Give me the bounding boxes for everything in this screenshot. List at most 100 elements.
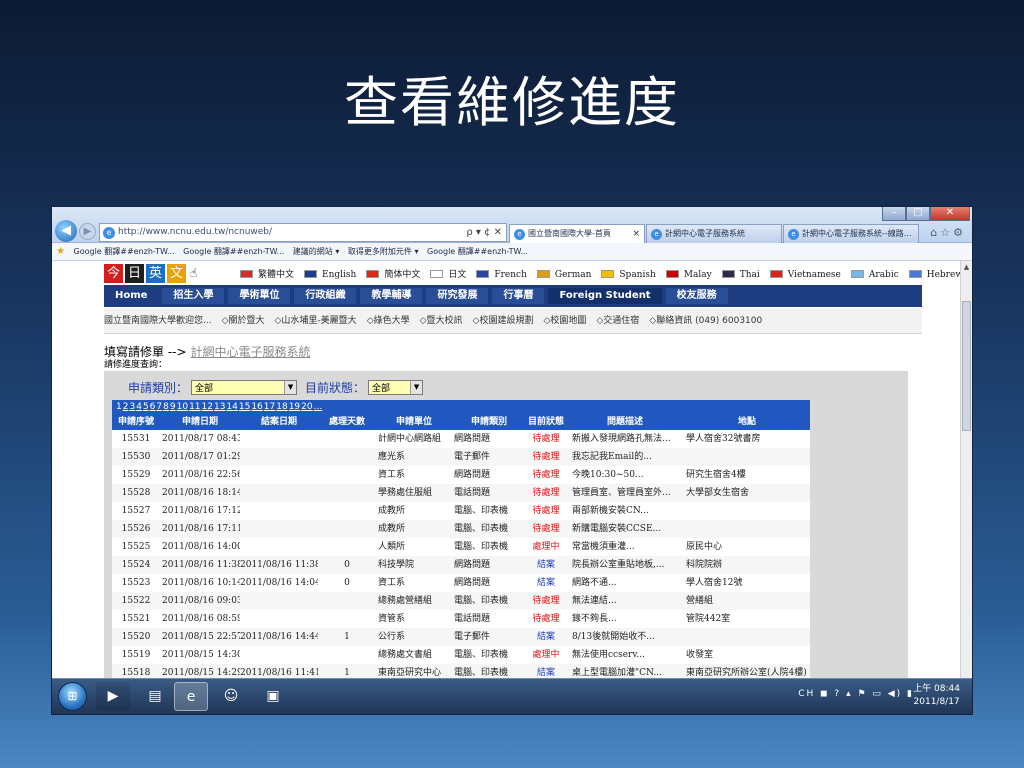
column-header[interactable]: 目前狀態 <box>526 415 566 430</box>
address-tools[interactable]: ρ ▾ ¢ ✕ <box>466 224 502 241</box>
file-explorer-icon[interactable]: ▤ <box>138 682 172 711</box>
language-link[interactable]: Thai <box>721 270 765 280</box>
scroll-up-icon[interactable]: ▲ <box>961 263 972 271</box>
column-header[interactable]: 申請序號 <box>112 415 160 430</box>
favorites-star-icon[interactable]: ★ <box>56 246 65 257</box>
table-row[interactable]: 15521 2011/08/16 08:59 資管系 電話問題 待處理 錄不夠長... 管院… <box>112 610 810 628</box>
internet-explorer-icon[interactable]: e <box>174 682 208 711</box>
menu-item-academics[interactable]: 學術單位 <box>228 288 291 304</box>
back-arrow-icon[interactable]: ◀ <box>55 220 77 242</box>
subnav-link[interactable]: ◇交通住宿 <box>596 316 639 326</box>
close-button[interactable]: ✕ <box>930 207 970 221</box>
language-link[interactable]: German <box>536 270 597 280</box>
table-row[interactable]: 15525 2011/08/16 14:00 人類所 電腦、印表機 處理中 常當機須重灌.… <box>112 538 810 556</box>
site-logo[interactable]: 今 日 英 文 ☝ <box>104 262 197 284</box>
language-link[interactable]: 簡体中文 <box>366 270 425 280</box>
subnav-link[interactable]: ◇關於暨大 <box>222 316 265 326</box>
column-header[interactable]: 申請日期 <box>160 415 240 430</box>
table-row[interactable]: 15520 2011/08/15 22:57 2011/08/16 14:44 1 公行… <box>112 628 810 646</box>
language-link[interactable]: Arabic <box>850 270 904 280</box>
subnav-link[interactable]: ◇綠色大學 <box>367 316 410 326</box>
table-row[interactable]: 15523 2011/08/16 10:14 2011/08/16 14:04 0 資工… <box>112 574 810 592</box>
table-row[interactable]: 15522 2011/08/16 09:03 總務處營繕組 電腦、印表機 待處理 無法連結… <box>112 592 810 610</box>
page-link[interactable]: 13 <box>214 402 225 412</box>
language-link[interactable]: Vietnamese <box>769 270 846 280</box>
subnav-link[interactable]: ◇校園地圖 <box>543 316 586 326</box>
page-link[interactable]: 12 <box>202 402 213 412</box>
type-filter-select[interactable]: 全部 ▼ <box>191 380 298 395</box>
column-header[interactable]: 申請單位 <box>376 415 452 430</box>
scroll-thumb[interactable] <box>962 301 971 431</box>
page-link[interactable]: 15 <box>239 402 250 412</box>
page-link[interactable]: 1 <box>116 402 122 412</box>
table-row[interactable]: 15524 2011/08/16 11:38 2011/08/16 11:38 0 科技… <box>112 556 810 574</box>
language-link[interactable]: 日文 <box>430 270 471 280</box>
page-link[interactable]: 9 <box>170 402 176 412</box>
page-link[interactable]: 6 <box>150 402 156 412</box>
language-link[interactable]: Malay <box>665 270 717 280</box>
maximize-button[interactable]: □ <box>906 207 930 221</box>
column-header[interactable]: 地點 <box>684 415 810 430</box>
page-link[interactable]: 3 <box>129 402 135 412</box>
menu-item-research[interactable]: 研究發展 <box>426 288 489 304</box>
system-tray[interactable]: CH ◼ ? ▴ ⚑ ▭ ◀) ▮ <box>798 689 914 699</box>
browser-tool-icons[interactable]: ⌂☆⚙ <box>930 226 966 239</box>
menu-item-foreign-student[interactable]: Foreign Student <box>548 288 662 304</box>
vertical-scrollbar[interactable]: ▲ <box>960 261 972 698</box>
table-row[interactable]: 15527 2011/08/16 17:12 成教所 電腦、印表機 待處理 兩部新機安裝C… <box>112 502 810 520</box>
column-header[interactable]: 處理天數 <box>318 415 376 430</box>
column-header[interactable]: 結案日期 <box>240 415 318 430</box>
table-row[interactable]: 15519 2011/08/15 14:30 總務處文書組 電腦、印表機 處理中 無法使用… <box>112 646 810 664</box>
messenger-icon[interactable]: ☺ <box>214 682 248 711</box>
menu-item-admissions[interactable]: 招生入學 <box>162 288 225 304</box>
powerpoint-icon[interactable]: ▣ <box>256 682 290 711</box>
language-link[interactable]: English <box>304 270 361 280</box>
column-header[interactable]: 申請類別 <box>452 415 526 430</box>
favorite-link[interactable]: Google 翻譯##enzh-TW... <box>183 247 284 256</box>
menu-item-teaching[interactable]: 教學輔導 <box>360 288 423 304</box>
table-row[interactable]: 15526 2011/08/16 17:11 成教所 電腦、印表機 待處理 新購電腦安裝C… <box>112 520 810 538</box>
menu-item-alumni[interactable]: 校友服務 <box>665 288 728 304</box>
status-filter-select[interactable]: 全部 ▼ <box>368 380 424 395</box>
page-link[interactable]: 18 <box>276 402 287 412</box>
tab-ncnu-home[interactable]: e 國立暨南國際大學-首頁 × <box>509 224 645 243</box>
table-row[interactable]: 15530 2011/08/17 01:29 應光系 電子郵件 待處理 我忘記我Email… <box>112 448 810 466</box>
page-link[interactable]: 8 <box>163 402 169 412</box>
page-link[interactable]: 19 <box>289 402 300 412</box>
favorite-link[interactable]: Google 翻譯##enzh-TW... <box>74 247 175 256</box>
page-link[interactable]: 16 <box>251 402 262 412</box>
media-player-icon[interactable]: ▶ <box>96 682 130 711</box>
column-header[interactable]: 問題描述 <box>566 415 684 430</box>
minimize-button[interactable]: – <box>882 207 906 221</box>
favorite-link[interactable]: 取得更多附加元件 ▾ <box>348 247 419 256</box>
menu-item-calendar[interactable]: 行事曆 <box>492 288 545 304</box>
tab-close-icon[interactable]: × <box>632 225 640 243</box>
language-link[interactable]: Spanish <box>601 270 660 280</box>
clock[interactable]: 上午 08:44 2011/8/17 <box>913 683 960 709</box>
page-link[interactable]: 17 <box>264 402 275 412</box>
page-link[interactable]: 2 <box>123 402 129 412</box>
page-link[interactable]: 14 <box>226 402 237 412</box>
language-link[interactable]: French <box>476 270 532 280</box>
page-link[interactable]: 20 <box>301 402 312 412</box>
subnav-link[interactable]: ◇暨大校訊 <box>420 316 463 326</box>
subnav-link[interactable]: ◇校園建設規劃 <box>473 316 534 326</box>
page-link[interactable]: 5 <box>143 402 149 412</box>
favorite-link[interactable]: Google 翻譯##enzh-TW... <box>427 247 528 256</box>
tab-service-line[interactable]: e 計網中心電子服務系統--線路... <box>783 224 919 243</box>
menu-item-home[interactable]: Home <box>104 288 159 304</box>
forward-arrow-icon[interactable]: ▶ <box>79 223 96 240</box>
menu-item-administration[interactable]: 行政組織 <box>294 288 357 304</box>
table-row[interactable]: 15528 2011/08/16 18:14 學務處住服組 電話問題 待處理 管理員室、管… <box>112 484 810 502</box>
tab-service-system[interactable]: e 計網中心電子服務系統 <box>646 224 782 243</box>
language-link[interactable]: 繁體中文 <box>240 270 299 280</box>
subnav-link[interactable]: ◇山水埔里-美麗暨大 <box>275 316 357 326</box>
table-row[interactable]: 15529 2011/08/16 22:56 資工系 網路問題 待處理 今晚10:30~5… <box>112 466 810 484</box>
start-button[interactable]: ⊞ <box>58 682 87 711</box>
service-system-link[interactable]: 計網中心電子服務系統 <box>191 345 311 359</box>
favorite-link[interactable]: 建議的網站 ▾ <box>293 247 340 256</box>
table-row[interactable]: 15531 2011/08/17 08:43 計網中心網路組 網路問題 待處理 新搬入發現… <box>112 430 810 448</box>
page-link[interactable]: 4 <box>136 402 142 412</box>
page-link[interactable]: 7 <box>156 402 162 412</box>
page-link[interactable]: ... <box>314 402 323 412</box>
